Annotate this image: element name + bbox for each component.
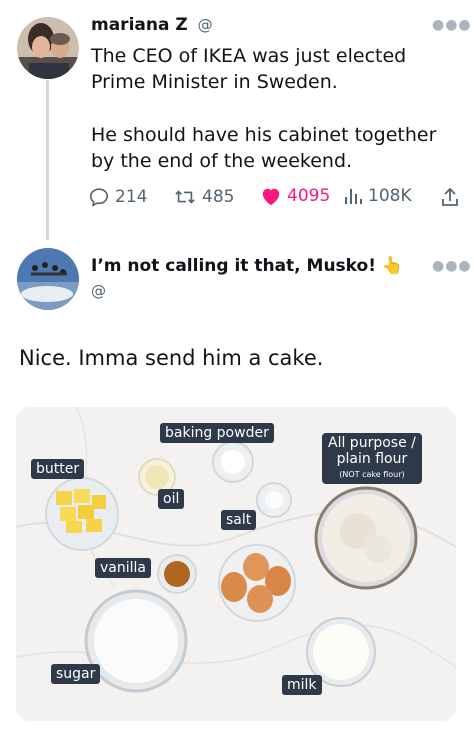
reply-author-handle: @	[91, 282, 106, 300]
label-flour-line1: All purpose /	[328, 435, 416, 451]
label-oil: oil	[158, 489, 185, 509]
tweet-text-line: He should have his cabinet together	[91, 124, 437, 146]
tweet-actions: 214 485 4095 108K	[88, 186, 464, 214]
tweet-text-line: The CEO of IKEA was just elected	[91, 45, 407, 67]
heart-icon	[262, 188, 280, 206]
retweet-count: 485	[202, 187, 235, 207]
views-count: 108K	[368, 186, 412, 206]
reply-count: 214	[115, 187, 148, 207]
label-flour: All purpose / plain flour (NOT cake flou…	[322, 433, 422, 484]
tweet-author-handle: @	[197, 16, 213, 34]
tweet-text-line: by the end of the weekend.	[91, 150, 353, 172]
retweet-icon	[175, 190, 195, 204]
label-baking-powder: baking powder	[160, 423, 274, 443]
retweet-button[interactable]: 485	[173, 186, 234, 208]
avatar-photo	[17, 248, 79, 310]
like-count: 4095	[287, 186, 331, 206]
share-button[interactable]	[440, 186, 460, 208]
share-icon	[442, 187, 458, 206]
butter-bowl	[45, 477, 119, 551]
pointing-up-emoji-icon: 👆	[381, 256, 404, 276]
label-vanilla: vanilla	[95, 558, 151, 578]
reply-icon	[89, 188, 109, 207]
thread-line	[46, 80, 49, 240]
avatar-photo	[17, 17, 79, 79]
views-button[interactable]: 108K	[343, 186, 412, 206]
tweet-body: The CEO of IKEA was just elected Prime M…	[91, 43, 406, 95]
avatar-mariana[interactable]	[17, 17, 79, 79]
like-button[interactable]: 4095	[260, 186, 330, 206]
tweet-body-2: He should have his cabinet together by t…	[91, 122, 436, 174]
views-icon	[345, 189, 362, 204]
label-flour-line2: plain flour	[336, 451, 408, 467]
tweet-author-name[interactable]: mariana Z @	[91, 15, 213, 35]
label-sugar: sugar	[51, 664, 101, 684]
label-salt: salt	[221, 510, 257, 530]
ingredients-photo[interactable]: baking powder butter oil salt All purpos…	[16, 407, 456, 721]
label-butter: butter	[31, 459, 85, 479]
label-milk: milk	[282, 675, 322, 695]
more-dots-icon[interactable]: ●●●	[432, 258, 472, 274]
avatar-musko[interactable]	[17, 248, 79, 310]
tweet-text-line: Prime Minister in Sweden.	[91, 71, 338, 93]
label-flour-sub: (NOT cake flour)	[339, 470, 405, 479]
reply-body: Nice. Imma send him a cake.	[19, 346, 324, 370]
reply-button[interactable]: 214	[88, 186, 147, 208]
reply-author-name[interactable]: I’m not calling it that, Musko! 👆	[91, 256, 403, 276]
more-dots-icon[interactable]: ●●●	[432, 17, 472, 33]
